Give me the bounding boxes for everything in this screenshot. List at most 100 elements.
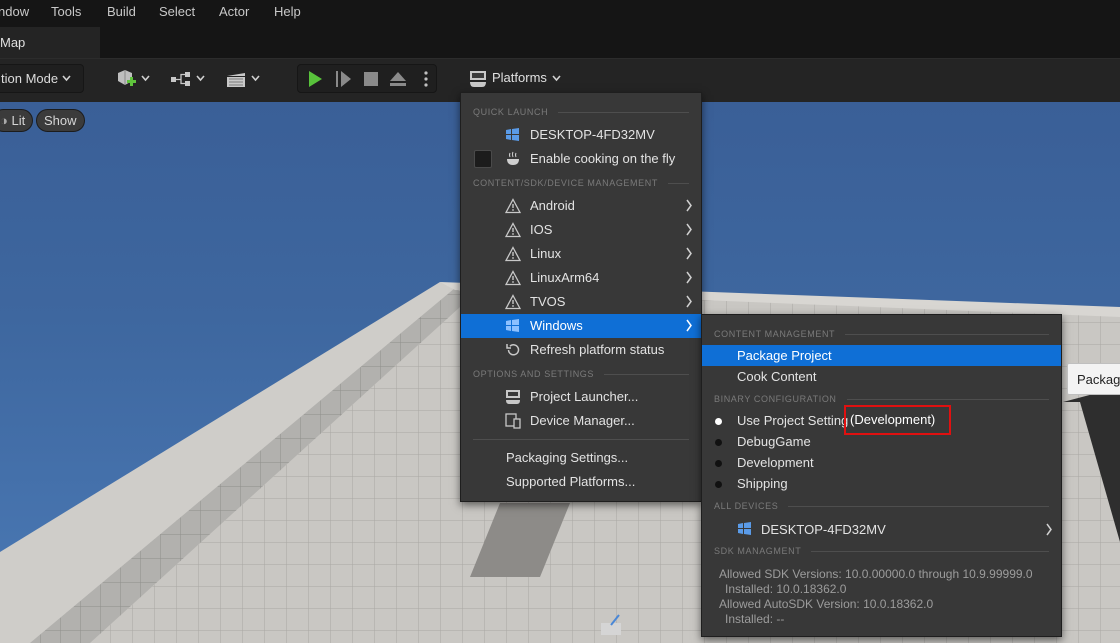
platform-label: Android bbox=[530, 198, 575, 213]
packaging-settings-item[interactable]: Packaging Settings... bbox=[461, 446, 701, 470]
enable-cooking-label: Enable cooking on the fly bbox=[530, 151, 676, 166]
platforms-label: Platforms bbox=[492, 70, 547, 85]
sdk-installed: Installed: 10.0.18362.0 bbox=[725, 582, 847, 596]
platform-label: Windows bbox=[530, 318, 583, 333]
advance-frame-icon[interactable] bbox=[335, 70, 353, 88]
cook-content-item[interactable]: Cook Content bbox=[702, 366, 1061, 387]
radio-dot bbox=[715, 481, 722, 488]
cook-on-fly-checkbox[interactable] bbox=[474, 150, 492, 168]
binary-option-development[interactable]: Development bbox=[702, 452, 1061, 473]
refresh-platform-status-item[interactable]: Refresh platform status bbox=[461, 338, 701, 362]
chevron-down-icon[interactable] bbox=[251, 75, 260, 82]
chevron-down-icon[interactable] bbox=[141, 75, 150, 82]
chevron-right-icon bbox=[1046, 523, 1052, 536]
platform-label: LinuxArm64 bbox=[530, 270, 600, 285]
platform-item-android[interactable]: Android bbox=[461, 194, 701, 218]
platforms-button[interactable]: Platforms bbox=[466, 65, 566, 93]
platform-label: IOS bbox=[530, 222, 553, 237]
project-launcher-icon bbox=[506, 390, 520, 404]
binary-configuration-header: BINARY CONFIGURATION bbox=[714, 393, 1049, 405]
supported-platforms-label: Supported Platforms... bbox=[506, 474, 636, 489]
warning-icon bbox=[505, 222, 521, 238]
camera-gizmo-icon bbox=[601, 614, 621, 635]
radio-dot bbox=[715, 460, 722, 467]
eject-icon[interactable] bbox=[389, 70, 407, 88]
selected-radio-dot bbox=[715, 418, 722, 425]
windows-submenu: CONTENT MANAGEMENT Package Project Cook … bbox=[701, 314, 1062, 637]
platform-item-tvos[interactable]: TVOS bbox=[461, 290, 701, 314]
packaging-settings-label: Packaging Settings... bbox=[506, 450, 629, 465]
content-management-header: CONTENT MANAGEMENT bbox=[714, 328, 1049, 340]
menu-divider bbox=[473, 439, 689, 440]
warning-icon bbox=[505, 198, 521, 214]
chevron-right-icon bbox=[686, 319, 692, 332]
quick-launch-device-item[interactable]: DESKTOP-4FD32MV bbox=[461, 123, 701, 147]
chevron-down-icon[interactable] bbox=[196, 75, 205, 82]
sdk-management-header: SDK MANAGMENT bbox=[714, 545, 1049, 557]
quick-launch-header: QUICK LAUNCH bbox=[473, 106, 689, 118]
more-options-icon[interactable] bbox=[423, 70, 429, 88]
binary-option-label: Use Project Setting bbox=[737, 413, 849, 428]
windows-logo-icon bbox=[506, 319, 519, 332]
binary-option-label: DebugGame bbox=[737, 434, 811, 449]
level-tab[interactable]: Map bbox=[0, 27, 100, 58]
tooltip-text: Packag bbox=[1077, 372, 1120, 387]
platform-item-ios[interactable]: IOS bbox=[461, 218, 701, 242]
level-tab-label: Map bbox=[0, 35, 26, 50]
menu-window[interactable]: ndow bbox=[0, 4, 29, 19]
project-launcher-label: Project Launcher... bbox=[530, 389, 639, 404]
chevron-right-icon bbox=[686, 223, 692, 236]
platform-item-linuxarm64[interactable]: LinuxArm64 bbox=[461, 266, 701, 290]
menu-select[interactable]: Select bbox=[159, 4, 195, 19]
windows-logo-icon bbox=[738, 522, 751, 535]
autosdk-allowed-version: Allowed AutoSDK Version: 10.0.18362.0 bbox=[719, 597, 934, 611]
play-controls-group bbox=[297, 64, 437, 93]
package-project-item[interactable]: Package Project bbox=[702, 345, 1061, 366]
chevron-right-icon bbox=[686, 247, 692, 260]
radio-dot bbox=[715, 439, 722, 446]
platforms-gamepad-icon bbox=[470, 71, 486, 87]
chevron-down-icon bbox=[552, 75, 561, 82]
play-icon[interactable] bbox=[306, 70, 324, 88]
binary-option-shipping[interactable]: Shipping bbox=[702, 473, 1061, 494]
refresh-platform-status-label: Refresh platform status bbox=[530, 342, 665, 357]
device-label: DESKTOP-4FD32MV bbox=[761, 522, 886, 537]
add-actor-icon[interactable] bbox=[116, 69, 138, 89]
chevron-down-icon bbox=[62, 75, 71, 82]
content-sdk-header: CONTENT/SDK/DEVICE MANAGEMENT bbox=[473, 177, 689, 189]
device-manager-item[interactable]: Device Manager... bbox=[461, 409, 701, 433]
options-settings-header: OPTIONS AND SETTINGS bbox=[473, 368, 689, 380]
supported-platforms-item[interactable]: Supported Platforms... bbox=[461, 470, 701, 494]
platform-label: TVOS bbox=[530, 294, 566, 309]
lit-view-mode-button[interactable]: ◑ Lit bbox=[0, 109, 34, 132]
menu-actor[interactable]: Actor bbox=[219, 4, 249, 19]
refresh-icon bbox=[506, 344, 520, 356]
menu-help[interactable]: Help bbox=[274, 4, 301, 19]
enable-cooking-item[interactable]: Enable cooking on the fly bbox=[461, 147, 701, 171]
device-manager-icon bbox=[505, 413, 521, 429]
menu-build[interactable]: Build bbox=[107, 4, 136, 19]
show-flags-button[interactable]: Show bbox=[36, 109, 85, 132]
platform-item-linux[interactable]: Linux bbox=[461, 242, 701, 266]
annotation-highlight-box bbox=[844, 405, 951, 435]
all-devices-header: ALL DEVICES bbox=[714, 500, 1049, 512]
stop-icon[interactable] bbox=[362, 70, 380, 88]
project-launcher-item[interactable]: Project Launcher... bbox=[461, 385, 701, 409]
device-item[interactable]: DESKTOP-4FD32MV bbox=[702, 517, 1061, 541]
warning-icon bbox=[505, 294, 521, 310]
lit-icon: ◑ bbox=[0, 113, 12, 128]
mode-selector-label: tion Mode bbox=[1, 71, 59, 86]
warning-icon bbox=[505, 270, 521, 286]
menu-tools[interactable]: Tools bbox=[51, 4, 81, 19]
show-label: Show bbox=[44, 113, 77, 128]
chevron-right-icon bbox=[686, 199, 692, 212]
binary-option-label: Shipping bbox=[737, 476, 788, 491]
mode-selector-button[interactable]: tion Mode bbox=[0, 64, 84, 93]
chevron-right-icon bbox=[686, 271, 692, 284]
autosdk-installed: Installed: -- bbox=[725, 612, 785, 626]
blueprint-icon[interactable] bbox=[170, 71, 192, 87]
platform-item-windows[interactable]: Windows bbox=[461, 314, 701, 338]
platform-label: Linux bbox=[530, 246, 562, 261]
windows-logo-icon bbox=[506, 128, 519, 141]
cinematics-clapper-icon[interactable] bbox=[226, 70, 248, 88]
